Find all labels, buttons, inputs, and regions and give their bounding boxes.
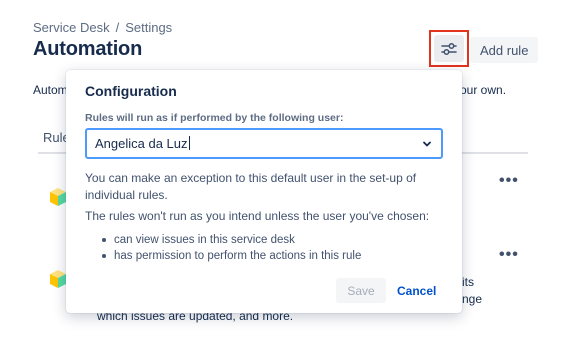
cancel-button[interactable]: Cancel [392, 278, 441, 303]
save-button[interactable]: Save [336, 278, 386, 303]
list-item: has permission to perform the actions in… [102, 248, 361, 264]
help-text: You can make an exception to this defaul… [85, 171, 417, 202]
sliders-icon [441, 42, 457, 55]
configuration-button-inner[interactable] [434, 35, 464, 62]
chevron-down-icon[interactable] [421, 138, 433, 150]
configuration-dialog: Configuration Rules will run as if perfo… [66, 70, 462, 313]
configuration-button[interactable] [429, 30, 469, 67]
text-cursor [188, 136, 190, 151]
breadcrumb: Service Desk / Settings [33, 20, 172, 35]
warning-text: The rules won't run as you intend unless… [85, 209, 430, 223]
intro-text-left: Autom [33, 83, 68, 97]
selected-user: Angelica da Luz [95, 135, 188, 151]
list-item: can view issues in this service desk [102, 232, 361, 248]
rule-cube-icon [50, 270, 66, 288]
rule-cube-icon [50, 188, 66, 206]
run-as-user-select[interactable]: Angelica da Luz [85, 128, 443, 159]
dialog-title: Configuration [85, 83, 177, 99]
breadcrumb-settings[interactable]: Settings [125, 20, 172, 35]
breadcrumb-separator: / [115, 20, 120, 35]
intro-text-right: our own. [460, 83, 507, 97]
requirements-list: can view issues in this service desk has… [102, 232, 361, 264]
more-actions-icon[interactable]: ••• [499, 247, 519, 263]
run-as-user-label: Rules will run as if performed by the fo… [85, 112, 344, 124]
rule-description-fragment: its [462, 275, 474, 289]
rule-description-fragment: nge [462, 292, 483, 306]
more-actions-icon[interactable]: ••• [499, 173, 519, 189]
page-title: Automation [33, 38, 143, 60]
add-rule-button[interactable]: Add rule [470, 37, 539, 63]
breadcrumb-project[interactable]: Service Desk [33, 20, 110, 35]
